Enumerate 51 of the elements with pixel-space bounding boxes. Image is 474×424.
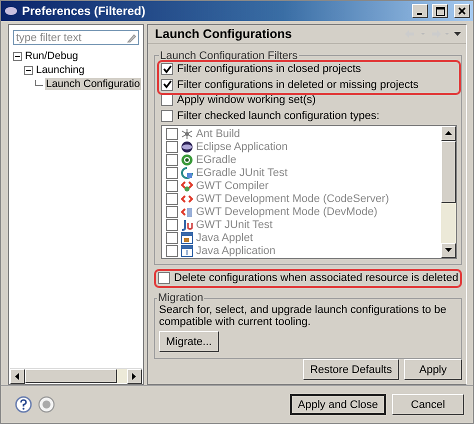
scroll-up-icon[interactable] xyxy=(445,130,452,136)
code-icon xyxy=(181,206,193,218)
description-text: Search for, select, and upgrade launch configurations to be compatible with current tooling. xyxy=(159,304,448,328)
migrate-button[interactable]: Migrate... xyxy=(159,331,219,352)
close-button[interactable] xyxy=(454,4,470,18)
maximize-icon xyxy=(436,6,444,16)
tree-item[interactable]: Launching xyxy=(35,64,86,76)
window-icon xyxy=(4,6,18,16)
maximize-button[interactable] xyxy=(432,4,448,18)
page-title: Launch Configurations xyxy=(155,26,293,41)
scroll-right-icon[interactable] xyxy=(132,373,137,380)
tree-item[interactable]: Run/Debug xyxy=(24,50,80,62)
action-button[interactable]: Restore Defaults xyxy=(303,359,399,380)
group-title: Migration xyxy=(157,292,204,304)
action-button[interactable]: Apply xyxy=(404,359,462,380)
dialog-button[interactable]: Apply and Close xyxy=(290,394,386,415)
checkbox-label: Filter configurations in deleted or missing projects xyxy=(177,78,419,91)
window-icon xyxy=(181,232,193,244)
record-icon[interactable] xyxy=(38,396,55,413)
window-title: Preferences (Filtered) xyxy=(22,4,146,18)
ring-icon xyxy=(181,167,193,179)
close-icon xyxy=(458,7,466,15)
sphere-icon xyxy=(181,141,193,153)
test-icon xyxy=(181,219,193,231)
minimize-button[interactable] xyxy=(412,4,428,18)
checkbox[interactable] xyxy=(161,110,173,122)
tree-item[interactable]: Launch Configuratio xyxy=(45,78,141,90)
eraser-icon[interactable] xyxy=(126,32,136,42)
horizontal-scrollbar[interactable] xyxy=(10,368,142,383)
checkbox[interactable] xyxy=(161,78,173,91)
ring-icon xyxy=(181,154,193,166)
checkbox-label: Filter configurations in closed projects xyxy=(177,63,362,76)
dialog-button[interactable]: Cancel xyxy=(392,394,464,415)
group-title: Launch Configuration Filters xyxy=(159,50,299,62)
help-icon[interactable] xyxy=(15,396,32,413)
checkbox[interactable] xyxy=(161,94,173,106)
scroll-down-icon[interactable] xyxy=(445,248,452,252)
ant-icon xyxy=(181,128,193,140)
collapse-icon[interactable] xyxy=(24,66,33,74)
filter-field[interactable]: type filter text xyxy=(13,30,139,45)
tree-connector-icon xyxy=(35,80,43,88)
code-icon xyxy=(181,180,193,192)
scroll-left-icon[interactable] xyxy=(15,373,20,380)
code-icon xyxy=(181,193,193,205)
checkbox[interactable] xyxy=(158,272,170,284)
navigation-arrows-icon[interactable] xyxy=(404,28,462,39)
checkbox-label: Filter checked launch configuration types: xyxy=(177,110,380,122)
collapse-icon[interactable] xyxy=(13,52,22,60)
checkbox[interactable] xyxy=(161,63,173,76)
checkbox-label: Apply window working set(s) xyxy=(177,94,316,106)
checkbox-label: Delete configurations when associated resource is deleted xyxy=(174,272,458,284)
